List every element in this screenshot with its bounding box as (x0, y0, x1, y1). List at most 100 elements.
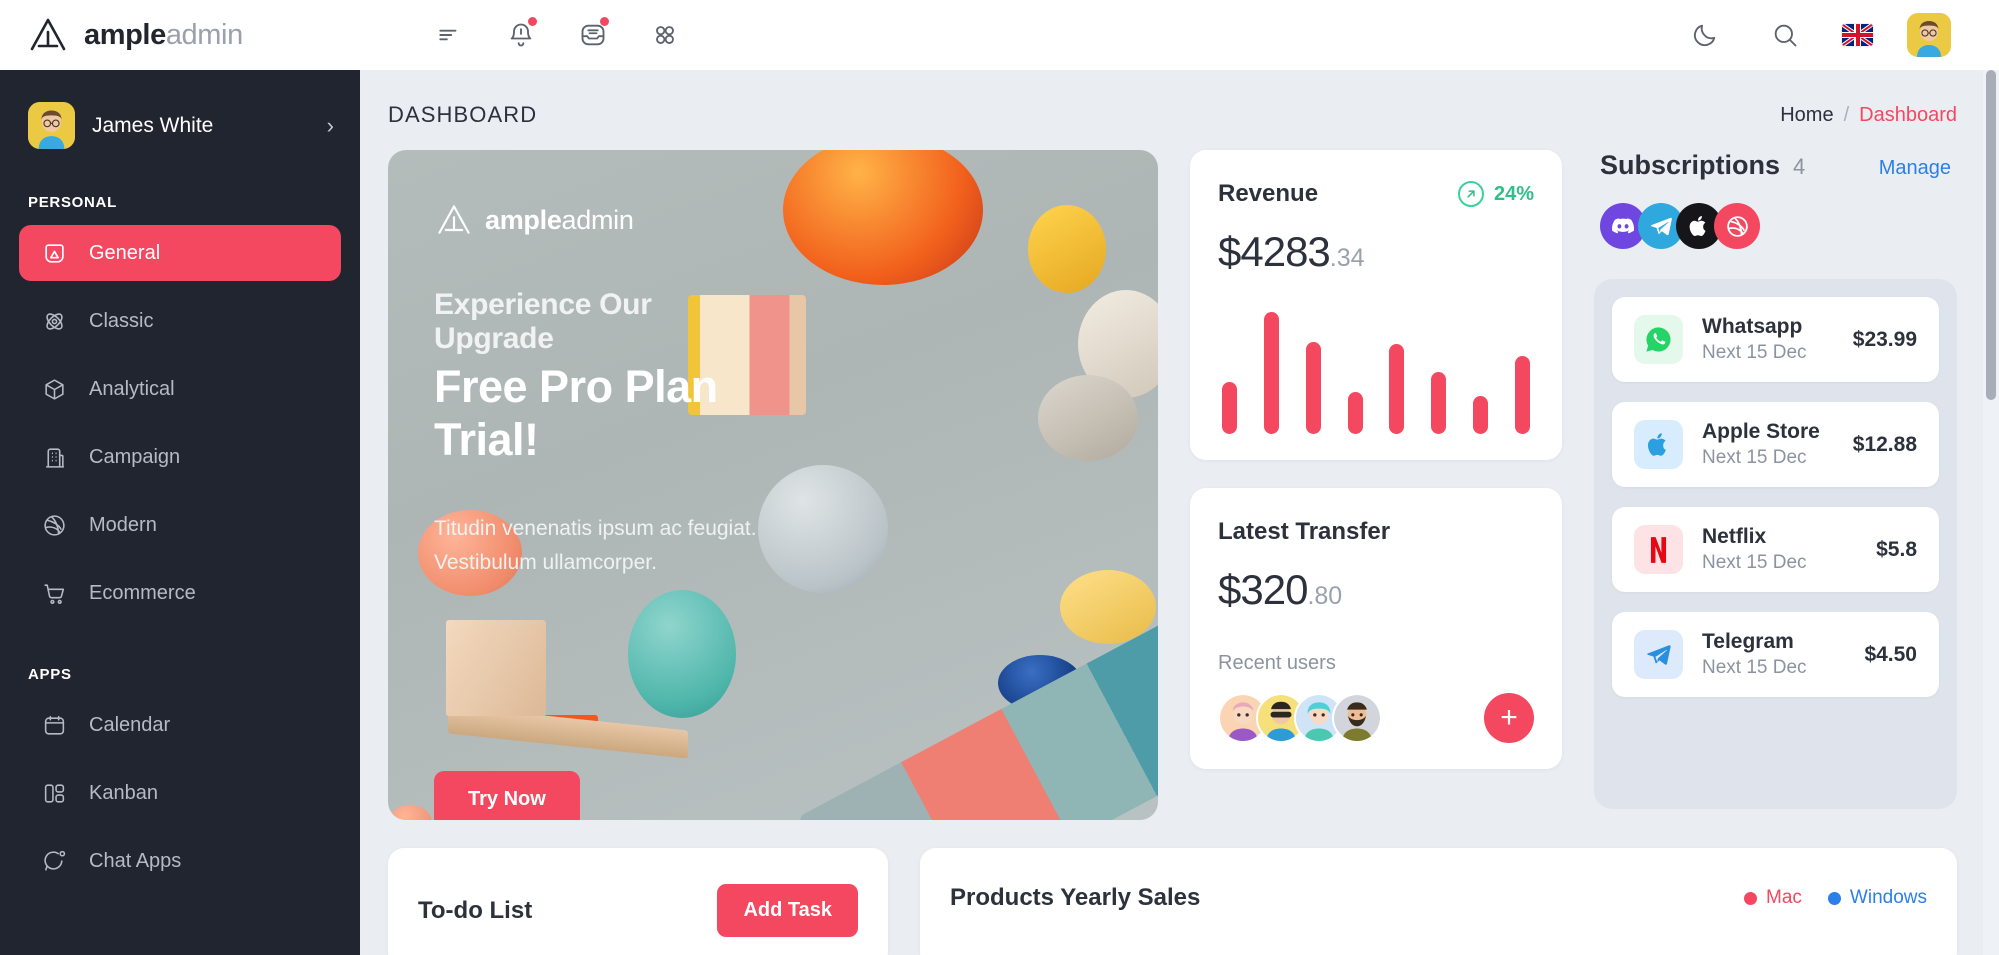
list-item-meta: Telegram Next 15 Dec (1702, 630, 1845, 679)
hero-cta-button[interactable]: Try Now (434, 771, 580, 820)
legend-dot (1744, 891, 1758, 905)
search-icon[interactable] (1762, 12, 1808, 58)
kanban-icon (41, 780, 67, 806)
sidebar-item-label: Campaign (89, 445, 181, 468)
chat-icon (41, 848, 67, 874)
subscription-next-date: Next 15 Dec (1702, 657, 1807, 678)
legend-dot (1827, 891, 1841, 905)
page-scrollbar[interactable] (1983, 70, 1999, 955)
telegram-icon (1634, 630, 1683, 679)
sidebar-item-classic[interactable]: Classic (19, 293, 341, 349)
chevron-right-icon: › (326, 112, 334, 138)
subscription-price: $23.99 (1852, 327, 1917, 351)
todo-header: To-do List Add Task (388, 848, 888, 937)
dashboard-app: ample admin James White › PERSONAL Genera… (0, 0, 1999, 955)
legend-label: Windows (1849, 887, 1927, 908)
add-task-button[interactable]: Add Task (717, 884, 858, 937)
brand-logo[interactable]: ampleadmin (26, 13, 356, 57)
bottom-row: To-do List Add Task Products Yearly Sale… (360, 820, 1999, 955)
bell-icon[interactable] (498, 12, 544, 58)
sidebar-item-campaign[interactable]: Campaign (19, 429, 341, 485)
netflix-icon (1634, 525, 1683, 574)
transfer-title: Latest Transfer (1218, 518, 1391, 545)
chart-bar (1222, 382, 1237, 434)
hero-logo-text: ampleadmin (485, 205, 634, 236)
ample-logo-icon (26, 13, 70, 57)
sidebar-item-calendar[interactable]: Calendar (19, 697, 341, 753)
avatar[interactable] (1332, 693, 1382, 743)
sidebar-item-kanban[interactable]: Kanban (19, 765, 341, 821)
sidebar-list-personal: General Classic Analytical Campaign Mode… (0, 225, 360, 621)
sidebar-item-label: Calendar (89, 713, 171, 736)
inbox-icon[interactable] (570, 12, 616, 58)
breadcrumb-separator: / (1843, 103, 1850, 126)
manage-link[interactable]: Manage (1879, 157, 1951, 180)
dribbble-logo-icon[interactable] (1714, 203, 1760, 249)
recent-users-label: Recent users (1218, 652, 1336, 674)
subscription-name: Apple Store (1702, 420, 1820, 443)
stats-column: Revenue 24% $4283.34 Latest Transfer $32… (1190, 150, 1562, 769)
list-item[interactable]: Apple Store Next 15 Dec $12.88 (1612, 402, 1939, 487)
list-item[interactable]: Telegram Next 15 Dec $4.50 (1612, 612, 1939, 697)
sales-title: Products Yearly Sales (950, 884, 1201, 911)
sidebar-item-analytical[interactable]: Analytical (19, 361, 341, 417)
general-icon (41, 240, 67, 266)
sidebar-item-label: Ecommerce (89, 581, 196, 604)
hero-logo-bold: ample (485, 204, 562, 235)
profile-avatar[interactable] (1907, 13, 1951, 57)
hero-logo: ampleadmin (434, 200, 772, 240)
sidebar: James White › PERSONAL General Classic A… (0, 70, 360, 955)
dark-mode-icon[interactable] (1682, 12, 1728, 58)
hero-eyebrow: Experience Our Upgrade (434, 288, 652, 355)
legend-label: Mac (1766, 887, 1802, 908)
sidebar-profile[interactable]: James White › (0, 70, 360, 149)
transfer-amount-decimal: .80 (1307, 582, 1343, 610)
transfer-amount-whole: $320 (1218, 566, 1308, 613)
revenue-amount-whole: $4283 (1218, 228, 1331, 275)
brand-light: admin (165, 18, 243, 51)
sidebar-item-label: Kanban (89, 781, 158, 804)
breadcrumb: Home / Dashboard (1780, 104, 1957, 127)
list-item[interactable]: Whatsapp Next 15 Dec $23.99 (1612, 297, 1939, 382)
transfer-amount: $320.80 (1218, 566, 1534, 614)
sales-legend: Mac Windows (1744, 887, 1927, 909)
chart-bar (1431, 372, 1447, 434)
legend-item-mac: Mac (1744, 887, 1802, 909)
list-item-meta: Apple Store Next 15 Dec (1702, 420, 1834, 469)
sidebar-item-ecommerce[interactable]: Ecommerce (19, 565, 341, 621)
hero-title: Free Pro Plan Trial! (434, 361, 718, 466)
list-item[interactable]: Netflix Next 15 Dec $5.8 (1612, 507, 1939, 592)
subscription-next-date: Next 15 Dec (1702, 447, 1807, 468)
building-icon (41, 444, 67, 470)
recent-users-avatars: + (1218, 693, 1534, 743)
main-content: DASHBOARD Home / Dashboard ampleadmin Ex… (360, 70, 1999, 955)
sidebar-item-general[interactable]: General (19, 225, 341, 281)
cart-icon (41, 580, 67, 606)
whatsapp-icon (1634, 315, 1683, 364)
subscriptions-title: Subscriptions (1600, 150, 1781, 180)
calendar-icon (41, 712, 67, 738)
sidebar-item-label: Modern (89, 513, 157, 536)
sort-menu-icon[interactable] (426, 12, 472, 58)
apps-grid-icon[interactable] (642, 12, 688, 58)
sidebar-item-modern[interactable]: Modern (19, 497, 341, 553)
breadcrumb-home[interactable]: Home (1780, 104, 1833, 127)
subscriptions-header: Subscriptions 4 Manage (1594, 150, 1957, 181)
chart-bar (1263, 312, 1279, 434)
scrollbar-thumb[interactable] (1986, 70, 1996, 400)
subscription-name: Whatsapp (1702, 315, 1803, 338)
sidebar-list-apps: Calendar Kanban Chat Apps (0, 697, 360, 889)
top-bar: ampleadmin (0, 0, 1999, 70)
cube-icon (41, 376, 67, 402)
add-user-button[interactable]: + (1484, 693, 1534, 743)
arrow-up-right-icon (1457, 181, 1484, 207)
promo-banner: ampleadmin Experience Our Upgrade Free P… (388, 150, 1158, 820)
sidebar-item-chat-apps[interactable]: Chat Apps (19, 833, 341, 889)
chart-bar (1305, 342, 1321, 434)
chart-bar (1347, 392, 1363, 434)
language-flag-icon[interactable] (1842, 24, 1873, 46)
revenue-bar-chart (1218, 304, 1534, 434)
sidebar-avatar (28, 102, 75, 149)
dashboard-grid: ampleadmin Experience Our Upgrade Free P… (360, 128, 1999, 820)
revenue-header: Revenue 24% (1218, 180, 1534, 208)
